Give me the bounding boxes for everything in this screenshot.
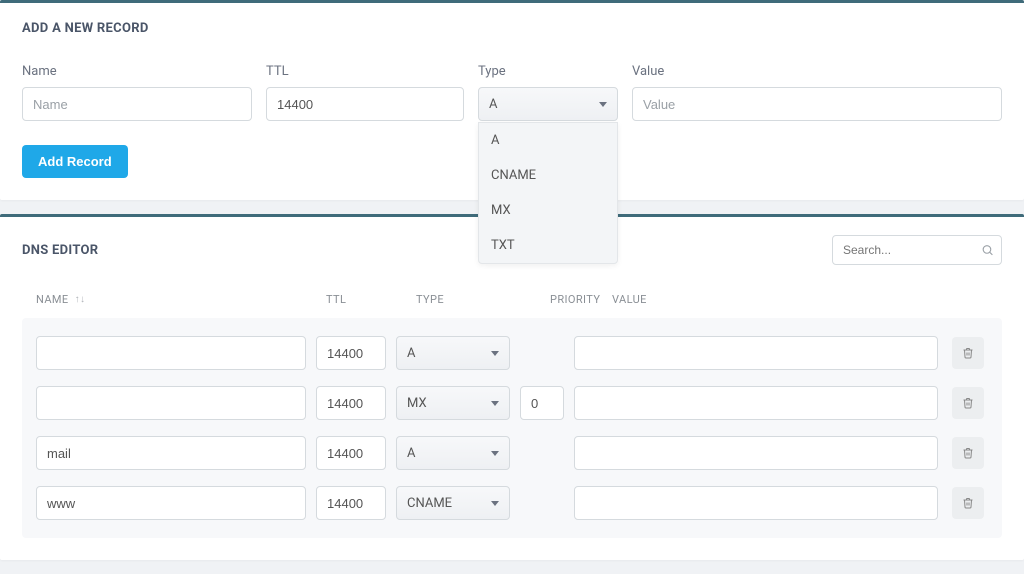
ttl-input[interactable] [266, 87, 464, 121]
row-type-value: A [407, 346, 415, 361]
row-type-value: CNAME [407, 496, 452, 511]
row-type-value: MX [407, 396, 427, 411]
col-value[interactable]: VALUE [612, 293, 948, 306]
trash-icon [962, 496, 974, 510]
add-record-title: ADD A NEW RECORD [22, 21, 1002, 36]
type-option-mx[interactable]: MX [479, 193, 617, 228]
table-header: NAME ↑↓ TTL TYPE PRIORITY VALUE [22, 275, 1002, 318]
value-input[interactable] [632, 87, 1002, 121]
search-input[interactable] [832, 235, 1002, 265]
row-ttl-input[interactable] [316, 486, 386, 520]
dns-editor-title: DNS EDITOR [22, 243, 98, 258]
type-label: Type [478, 64, 618, 79]
trash-icon [962, 346, 974, 360]
name-input[interactable] [22, 87, 252, 121]
col-type[interactable]: TYPE [416, 293, 550, 306]
row-type-select[interactable]: A [396, 436, 510, 470]
row-type-value: A [407, 446, 415, 461]
trash-icon [962, 396, 974, 410]
value-label: Value [632, 64, 1002, 79]
row-delete-button[interactable] [952, 487, 984, 519]
type-selected-value: A [489, 97, 497, 112]
type-option-a[interactable]: A [479, 123, 617, 158]
table-row: A [28, 428, 996, 478]
search-icon [981, 244, 994, 257]
chevron-down-icon [491, 401, 499, 406]
row-ttl-input[interactable] [316, 386, 386, 420]
col-ttl[interactable]: TTL [326, 293, 416, 306]
chevron-down-icon [491, 451, 499, 456]
row-priority-input[interactable] [520, 386, 564, 420]
col-name[interactable]: NAME [36, 293, 69, 306]
chevron-down-icon [491, 351, 499, 356]
chevron-down-icon [491, 501, 499, 506]
search-wrap [832, 235, 1002, 265]
row-type-select[interactable]: A [396, 336, 510, 370]
trash-icon [962, 446, 974, 460]
add-record-button[interactable]: Add Record [22, 145, 128, 178]
row-value-input[interactable] [574, 336, 938, 370]
table-row: CNAME [28, 478, 996, 528]
row-ttl-input[interactable] [316, 436, 386, 470]
type-option-cname[interactable]: CNAME [479, 158, 617, 193]
add-record-panel: ADD A NEW RECORD Name TTL Type A A CNAME [0, 0, 1024, 200]
ttl-label: TTL [266, 64, 464, 79]
col-priority[interactable]: PRIORITY [550, 293, 612, 306]
table-body: A MX A [22, 318, 1002, 538]
row-delete-button[interactable] [952, 387, 984, 419]
table-row: MX [28, 378, 996, 428]
row-type-select[interactable]: MX [396, 386, 510, 420]
row-delete-button[interactable] [952, 437, 984, 469]
type-dropdown: A CNAME MX TXT [478, 122, 618, 264]
row-ttl-input[interactable] [316, 336, 386, 370]
row-name-input[interactable] [36, 336, 306, 370]
dns-editor-panel: DNS EDITOR NAME ↑↓ TTL TYPE PRIORITY VAL… [0, 214, 1024, 560]
row-value-input[interactable] [574, 386, 938, 420]
chevron-down-icon [599, 102, 607, 107]
row-value-input[interactable] [574, 436, 938, 470]
row-value-input[interactable] [574, 486, 938, 520]
table-row: A [28, 328, 996, 378]
row-delete-button[interactable] [952, 337, 984, 369]
sort-icon: ↑↓ [75, 294, 86, 305]
row-name-input[interactable] [36, 386, 306, 420]
row-name-input[interactable] [36, 436, 306, 470]
add-record-form-row: Name TTL Type A A CNAME MX TXT [22, 64, 1002, 121]
name-label: Name [22, 64, 252, 79]
type-option-txt[interactable]: TXT [479, 228, 617, 263]
type-select[interactable]: A [478, 87, 618, 121]
row-name-input[interactable] [36, 486, 306, 520]
row-type-select[interactable]: CNAME [396, 486, 510, 520]
